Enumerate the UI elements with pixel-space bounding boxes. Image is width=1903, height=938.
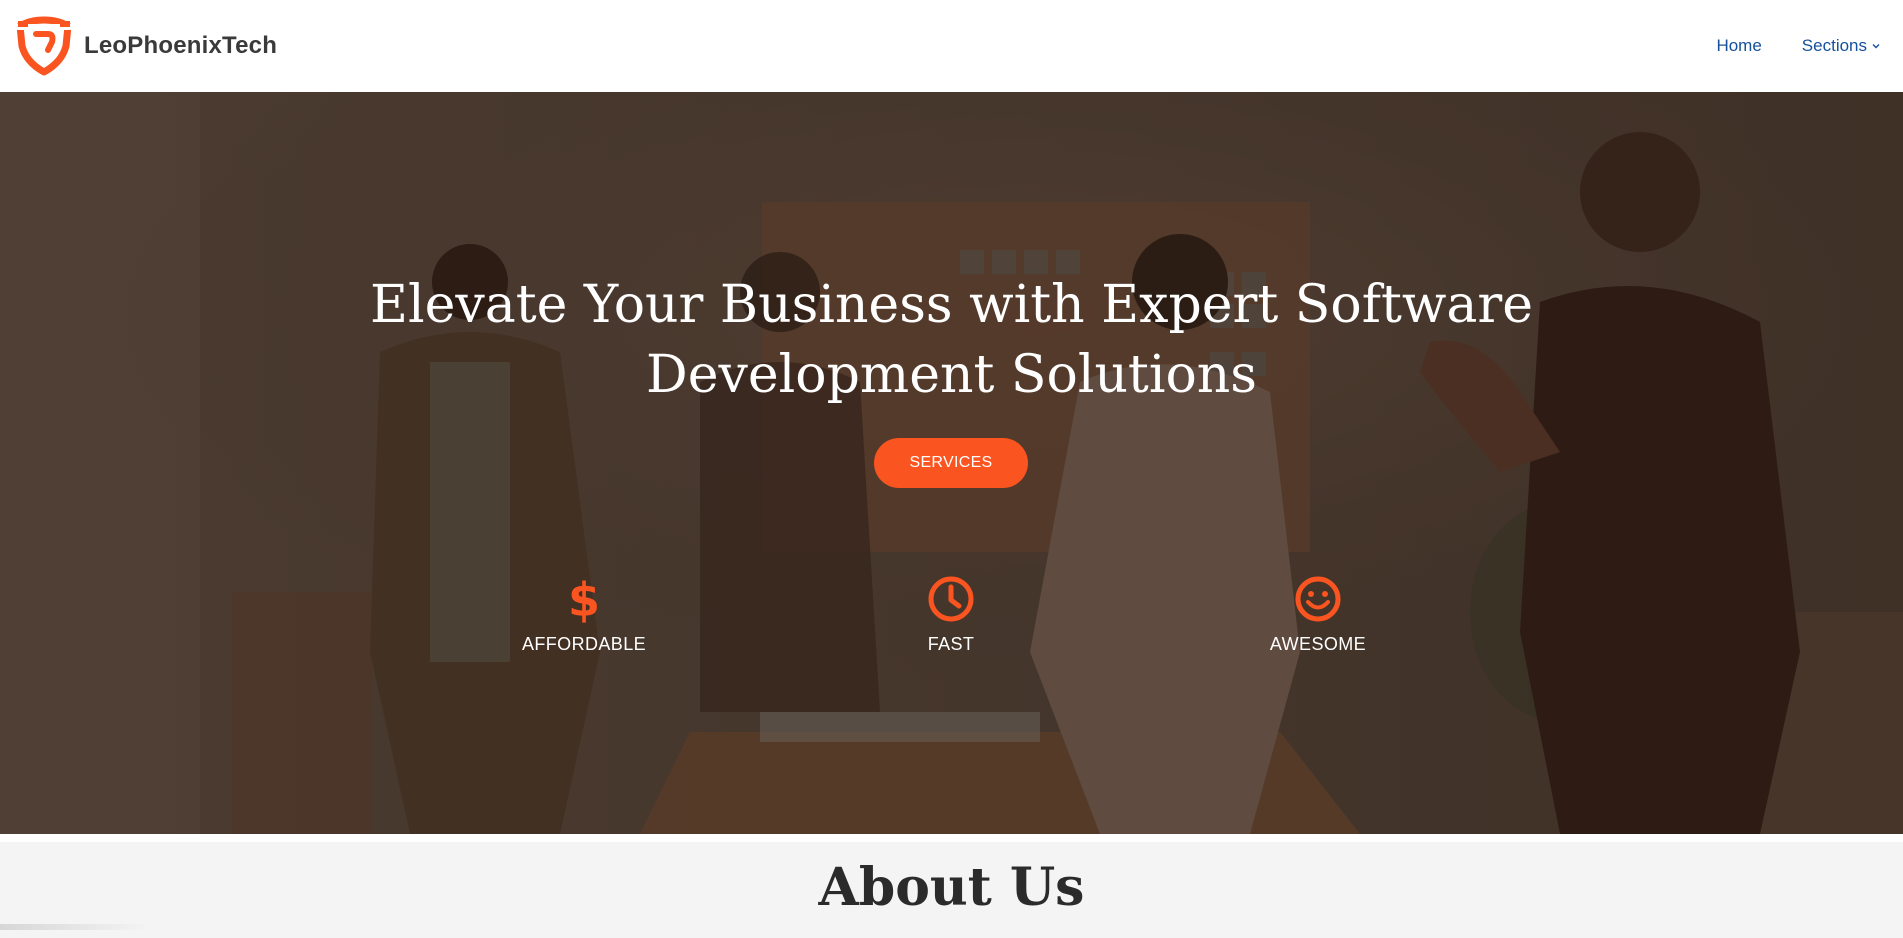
feature-fast-label: FAST — [927, 634, 975, 654]
about-section: About Us — [0, 834, 1903, 938]
feature-awesome: AWESOME — [1188, 574, 1448, 655]
site-header: LeoPhoenixTech Home Sections — [0, 0, 1903, 92]
nav-home-link[interactable]: Home — [1716, 36, 1761, 56]
services-button[interactable]: SERVICES — [874, 438, 1028, 488]
feature-affordable-label: AFFORDABLE — [521, 634, 647, 654]
main-nav: Home Sections — [1716, 36, 1903, 56]
dollar-icon: $ — [568, 574, 600, 624]
nav-sections-label: Sections — [1801, 36, 1867, 55]
feature-affordable: $ AFFORDABLE — [454, 574, 714, 655]
brand[interactable]: LeoPhoenixTech — [0, 16, 277, 76]
feature-fast: FAST — [821, 574, 1081, 655]
nav-sections-dropdown[interactable]: Sections — [1802, 36, 1881, 56]
hero-title-line-1: Elevate Your Business with Expert Softwa… — [369, 275, 1534, 335]
feature-awesome-label: AWESOME — [1269, 634, 1367, 654]
nav-home-label: Home — [1716, 36, 1762, 55]
hero-title-line-2: Development Solutions — [646, 345, 1257, 405]
shield-logo-icon — [12, 16, 76, 76]
smiley-icon — [1295, 576, 1341, 622]
clock-icon — [928, 576, 974, 622]
brand-name: LeoPhoenixTech — [84, 32, 278, 59]
floating-widget-edge — [0, 924, 150, 930]
about-title: About Us — [818, 857, 1085, 918]
hero-title: Elevate Your Business with Expert Softwa… — [0, 270, 1903, 410]
chevron-down-icon — [1872, 44, 1880, 49]
svg-text:$: $ — [568, 574, 600, 624]
hero-section: Elevate Your Business with Expert Softwa… — [0, 92, 1903, 834]
